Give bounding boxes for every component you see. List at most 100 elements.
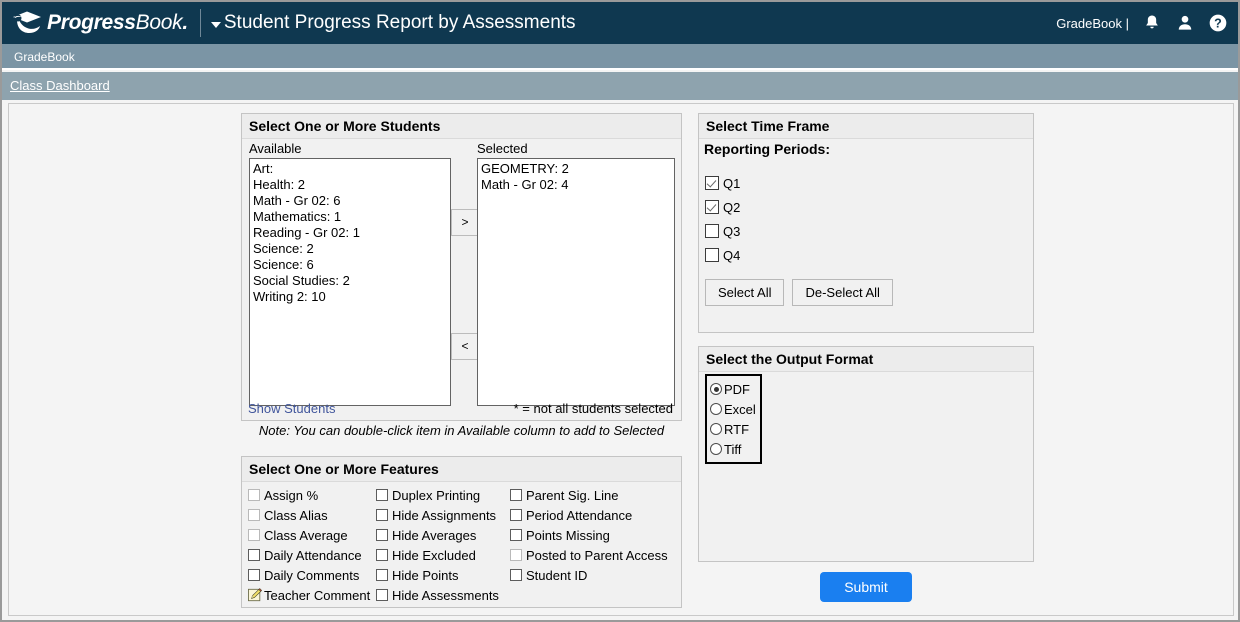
feature-checkbox[interactable]: [376, 489, 388, 501]
feature-checkbox[interactable]: [510, 529, 522, 541]
available-list-item[interactable]: Science: 6: [253, 257, 450, 273]
feature-option[interactable]: Daily Comments: [248, 565, 370, 585]
output-format-radio-group[interactable]: PDF Excel RTF Tiff: [705, 374, 762, 464]
output-format-label: PDF: [724, 381, 750, 397]
available-list-item[interactable]: Writing 2: 10: [253, 289, 450, 305]
feature-checkbox[interactable]: [376, 549, 388, 561]
feature-option[interactable]: Hide Excluded: [376, 545, 499, 565]
feature-checkbox[interactable]: [376, 509, 388, 521]
selected-list-item[interactable]: GEOMETRY: 2: [481, 161, 674, 177]
feature-label: Assign %: [264, 487, 319, 503]
reporting-period-option[interactable]: Q1: [705, 171, 1033, 195]
available-list-item[interactable]: Social Studies: 2: [253, 273, 450, 289]
feature-checkbox[interactable]: [510, 509, 522, 521]
available-list-item[interactable]: Math - Gr 02: 6: [253, 193, 450, 209]
available-list-item[interactable]: Reading - Gr 02: 1: [253, 225, 450, 241]
feature-option[interactable]: Hide Points: [376, 565, 499, 585]
feature-option[interactable]: Parent Sig. Line: [510, 485, 668, 505]
output-format-option[interactable]: Excel: [710, 399, 756, 419]
module-label: GradeBook: [14, 50, 75, 64]
header-divider: [199, 9, 201, 37]
show-students-link[interactable]: Show Students: [248, 401, 335, 416]
feature-option[interactable]: Duplex Printing: [376, 485, 499, 505]
feature-checkbox[interactable]: [248, 509, 260, 521]
page-title: Student Progress Report by Assessments: [223, 12, 576, 33]
output-format-radio[interactable]: [710, 383, 722, 395]
feature-option[interactable]: Class Alias: [248, 505, 370, 525]
feature-option[interactable]: Hide Averages: [376, 525, 499, 545]
available-list-item[interactable]: Mathematics: 1: [253, 209, 450, 225]
feature-label: Class Average: [264, 527, 348, 543]
reporting-period-checkbox[interactable]: [705, 176, 719, 190]
output-format-option[interactable]: PDF: [710, 379, 756, 399]
feature-checkbox[interactable]: [248, 549, 260, 561]
feature-label: Class Alias: [264, 507, 328, 523]
help-icon[interactable]: ?: [1208, 12, 1228, 34]
svg-text:?: ?: [1214, 17, 1222, 31]
feature-checkbox[interactable]: [376, 589, 388, 601]
features-column-2: Duplex Printing Hide Assignments Hide Aver…: [376, 485, 499, 605]
submit-row: Submit: [698, 572, 1034, 602]
feature-label: Daily Attendance: [264, 547, 362, 563]
move-right-button[interactable]: >: [451, 209, 479, 236]
output-format-radio[interactable]: [710, 443, 722, 455]
feature-label: Teacher Comment: [264, 587, 371, 603]
logo-wordmark: ProgressBook.: [47, 11, 188, 34]
feature-option[interactable]: Class Average: [248, 525, 370, 545]
feature-option[interactable]: Daily Attendance: [248, 545, 370, 565]
select-all-button[interactable]: Select All: [705, 279, 785, 306]
feature-option[interactable]: Hide Assessments: [376, 585, 499, 605]
reporting-period-label: Q3: [723, 223, 741, 239]
feature-option[interactable]: Teacher Comment: [248, 585, 370, 605]
reporting-period-checkbox[interactable]: [705, 200, 719, 214]
bell-icon[interactable]: [1142, 12, 1162, 34]
user-icon[interactable]: [1175, 12, 1195, 34]
select-timeframe-title: Select Time Frame: [699, 114, 1033, 139]
feature-label: Hide Assessments: [392, 587, 499, 603]
deselect-all-button[interactable]: De-Select All: [792, 279, 893, 306]
output-format-option[interactable]: Tiff: [710, 439, 756, 459]
available-students-listbox[interactable]: Art: Health: 2 Math - Gr 02: 6 Mathematics:…: [249, 158, 451, 406]
selected-students-listbox[interactable]: GEOMETRY: 2 Math - Gr 02: 4: [477, 158, 675, 406]
output-format-label: Tiff: [724, 441, 742, 457]
feature-checkbox[interactable]: [248, 569, 260, 581]
header-right-tools: GradeBook | ?: [1056, 12, 1238, 34]
breadcrumb-link-class-dashboard[interactable]: Class Dashboard: [2, 72, 110, 93]
feature-checkbox[interactable]: [510, 489, 522, 501]
reporting-period-option[interactable]: Q2: [705, 195, 1033, 219]
feature-label: Hide Averages: [392, 527, 477, 543]
feature-checkbox[interactable]: [376, 569, 388, 581]
feature-option[interactable]: Posted to Parent Access: [510, 545, 668, 565]
features-grid: Assign % Class Alias Class Average Daily At…: [242, 482, 681, 609]
available-list-item[interactable]: Science: 2: [253, 241, 450, 257]
feature-option[interactable]: Assign %: [248, 485, 370, 505]
submit-button[interactable]: Submit: [820, 572, 912, 602]
select-output-format-panel: Select the Output Format PDF Excel RTF Tiff: [698, 346, 1034, 562]
feature-option[interactable]: Hide Assignments: [376, 505, 499, 525]
features-column-1: Assign % Class Alias Class Average Daily At…: [248, 485, 370, 605]
move-left-button[interactable]: <: [451, 333, 479, 360]
progressbook-logo[interactable]: ProgressBook.: [2, 2, 188, 44]
reporting-period-option[interactable]: Q4: [705, 243, 1033, 267]
output-format-radio[interactable]: [710, 403, 722, 415]
reporting-periods-label: Reporting Periods:: [704, 141, 831, 157]
reporting-period-checkbox[interactable]: [705, 224, 719, 238]
output-format-option[interactable]: RTF: [710, 419, 756, 439]
select-students-panel: Select One or More Students Available Se…: [241, 113, 682, 421]
feature-checkbox[interactable]: [510, 569, 522, 581]
chevron-down-icon[interactable]: [210, 21, 221, 28]
feature-checkbox[interactable]: [248, 529, 260, 541]
feature-option[interactable]: Student ID: [510, 565, 668, 585]
reporting-period-option[interactable]: Q3: [705, 219, 1033, 243]
output-format-radio[interactable]: [710, 423, 722, 435]
available-list-item[interactable]: Health: 2: [253, 177, 450, 193]
feature-label: Period Attendance: [526, 507, 633, 523]
reporting-period-checkbox[interactable]: [705, 248, 719, 262]
feature-option[interactable]: Points Missing: [510, 525, 668, 545]
feature-checkbox[interactable]: [248, 489, 260, 501]
selected-list-item[interactable]: Math - Gr 02: 4: [481, 177, 674, 193]
available-list-item[interactable]: Art:: [253, 161, 450, 177]
feature-checkbox[interactable]: [376, 529, 388, 541]
feature-checkbox[interactable]: [510, 549, 522, 561]
feature-option[interactable]: Period Attendance: [510, 505, 668, 525]
